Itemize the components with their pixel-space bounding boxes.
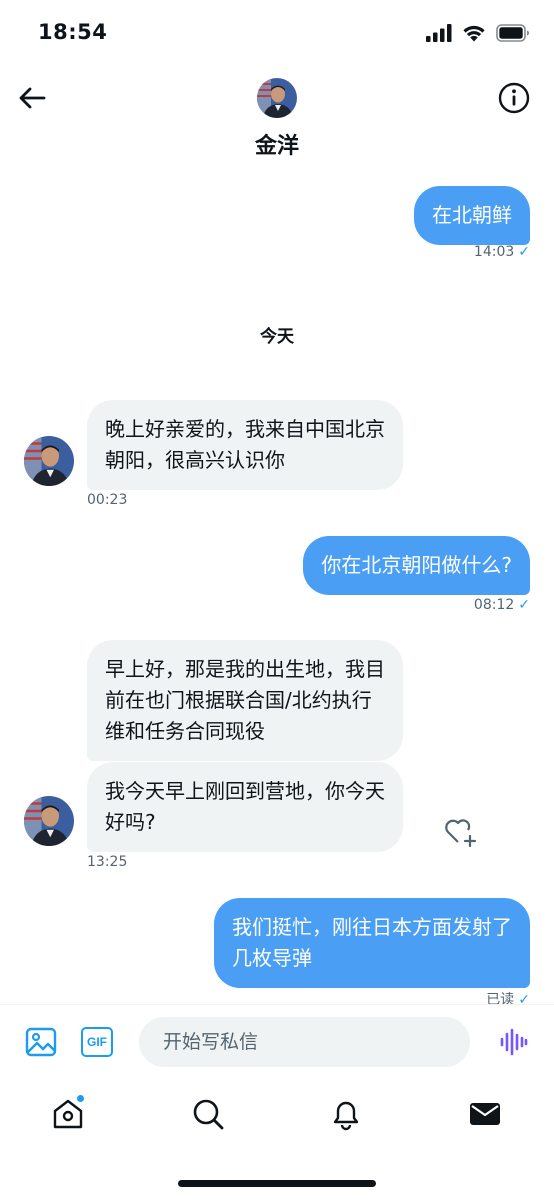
status-bar: 18:54 [0,0,554,66]
message-text-line: 几枚导弹 [232,946,312,970]
info-icon [498,82,530,114]
image-icon [25,1027,57,1057]
notification-dot [76,1094,85,1103]
message-input[interactable] [139,1017,470,1067]
bell-icon [333,1101,359,1131]
message-time: 08:12 [473,597,515,613]
message-composer: GIF [0,1004,554,1078]
tab-search[interactable] [188,1094,228,1134]
info-button[interactable] [496,80,532,116]
message-text-line: 我们挺忙，刚往日本方面发射了 [232,915,512,939]
heart-plus-icon [445,819,477,848]
gif-icon: GIF [81,1027,113,1057]
message-text-line: 晚上好亲爱的，我来自中国北京 [105,417,385,441]
read-check-icon: ✓ [518,992,530,1004]
react-button[interactable] [443,814,479,850]
message-text-line: 好吗? [105,810,156,834]
message-time: 13:25 [87,854,128,870]
message-bubble-incoming[interactable]: 我今天早上刚回到营地，你今天 好吗? [87,762,403,852]
battery-icon [496,24,529,42]
message-bubble-incoming[interactable]: 晚上好亲爱的，我来自中国北京 朝阳，很高兴认识你 [87,400,403,490]
media-button[interactable] [24,1025,58,1059]
message-time: 14:03 [473,244,515,260]
tab-home[interactable] [48,1094,88,1134]
message-text: 你在北京朝阳做什么? [321,553,512,577]
arrow-left-icon [19,87,46,109]
message-bubble-outgoing[interactable]: 我们挺忙，刚往日本方面发射了 几枚导弹 [214,898,530,988]
message-meta: 14:03 ✓ [474,244,530,260]
status-icons [426,24,530,42]
read-status: 已读 [486,992,515,1004]
search-icon [193,1099,224,1130]
message-list[interactable]: 在北朝鲜 14:03 ✓ 今天 晚上好亲爱的，我来自中国北京 朝阳，很高兴认识你 … [0,176,554,1004]
voice-message-button[interactable] [496,1025,530,1059]
sent-check-icon: ✓ [518,244,530,260]
status-time: 18:54 [38,20,108,44]
tab-notifications[interactable] [326,1094,366,1134]
message-bubble-outgoing[interactable]: 在北朝鲜 [414,186,530,245]
message-text-line: 早上好，那是我的出生地，我目 [105,657,385,681]
cellular-signal-icon [426,24,452,42]
back-button[interactable] [14,80,50,116]
message-time: 00:23 [87,492,128,508]
message-text-line: 我今天早上刚回到营地，你今天 [105,779,385,803]
message-bubble-outgoing[interactable]: 你在北京朝阳做什么? [303,536,530,595]
home-indicator [178,1180,376,1187]
message-text-line: 维和任务合同现役 [105,719,265,743]
contact-avatar[interactable] [257,78,297,118]
wifi-icon [463,25,485,42]
conversation-header: 金洋 [0,66,554,176]
contact-avatar[interactable] [24,436,74,486]
message-meta: 已读 ✓ [486,989,530,1004]
date-separator: 今天 [260,327,294,347]
message-meta: 08:12 ✓ [474,597,530,613]
message-text-line: 前在也门根据联合国/北约执行 [105,688,372,712]
sent-check-icon: ✓ [518,597,530,613]
bottom-tab-bar [0,1078,554,1200]
tab-messages[interactable] [465,1094,505,1134]
message-text-line: 朝阳，很高兴认识你 [105,448,285,472]
contact-name[interactable]: 金洋 [0,128,554,160]
contact-avatar[interactable] [24,796,74,846]
gif-button[interactable]: GIF [80,1025,114,1059]
envelope-icon [470,1103,500,1125]
message-text: 在北朝鲜 [432,203,512,227]
voice-waveform-icon [500,1028,528,1056]
message-bubble-incoming[interactable]: 早上好，那是我的出生地，我目 前在也门根据联合国/北约执行 维和任务合同现役 [87,640,403,761]
